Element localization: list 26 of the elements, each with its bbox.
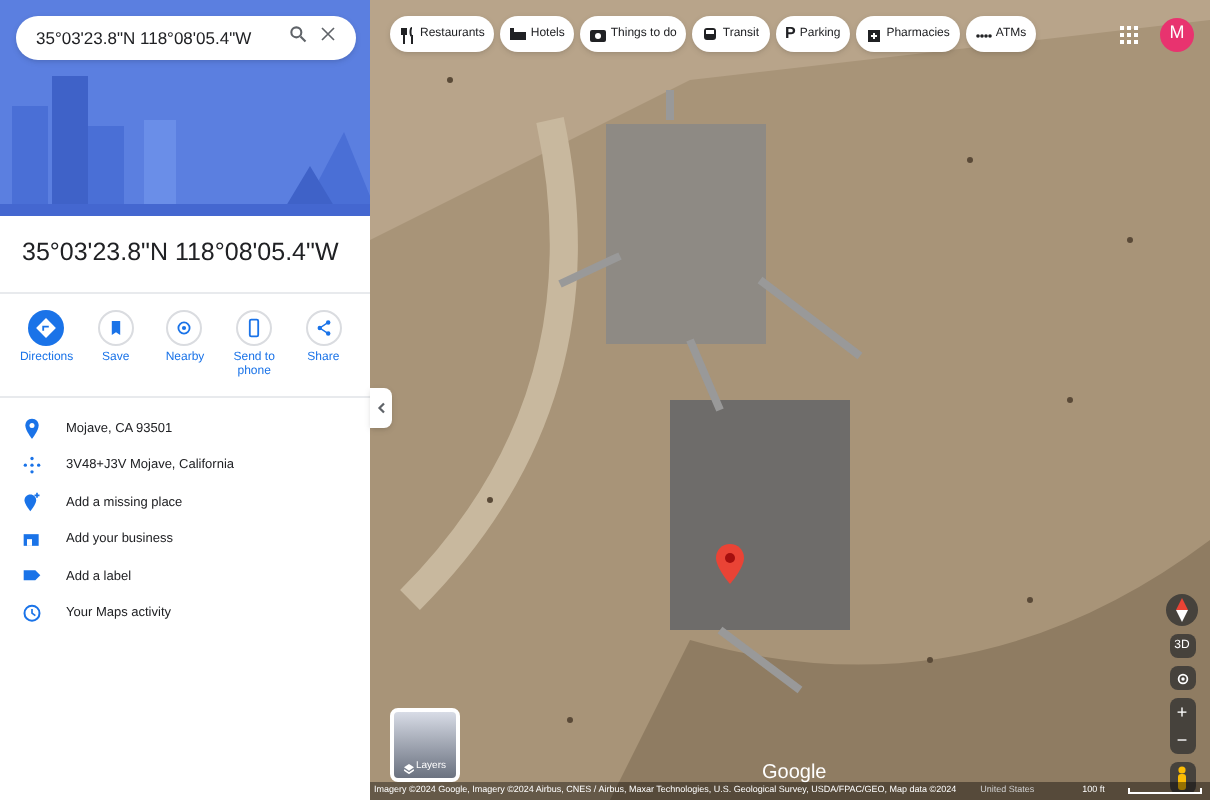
fork-knife-icon — [400, 25, 416, 43]
train-icon — [702, 25, 719, 43]
apps-grid-icon[interactable] — [1120, 25, 1138, 43]
search-icon[interactable] — [288, 24, 308, 44]
my-location-button[interactable] — [1169, 666, 1195, 690]
bed-icon — [510, 25, 527, 43]
location-pin-icon — [22, 416, 42, 441]
pin-plus-icon — [22, 490, 42, 515]
zoom-out-button[interactable]: − — [1176, 726, 1188, 754]
history-icon — [22, 601, 42, 626]
close-icon[interactable] — [320, 26, 336, 42]
plus-code-icon — [22, 453, 42, 478]
pegman-icon — [1176, 766, 1188, 790]
compass-needle-icon — [1176, 598, 1188, 622]
target-icon — [1175, 671, 1189, 685]
scale-bar — [1128, 788, 1202, 794]
layers-icon — [403, 764, 414, 774]
location-pin-icon — [716, 544, 744, 584]
chevron-left-icon — [376, 402, 386, 414]
google-logo: Google — [762, 760, 827, 785]
pharmacy-icon — [866, 25, 883, 43]
zoom-in-button[interactable]: + — [1176, 698, 1188, 726]
parking-letter: P — [785, 22, 796, 46]
collapse-panel-button[interactable] — [370, 388, 392, 428]
search-field[interactable]: 35°03'23.8"N 118°08'05.4"W — [16, 16, 356, 60]
camera-icon — [590, 25, 607, 43]
